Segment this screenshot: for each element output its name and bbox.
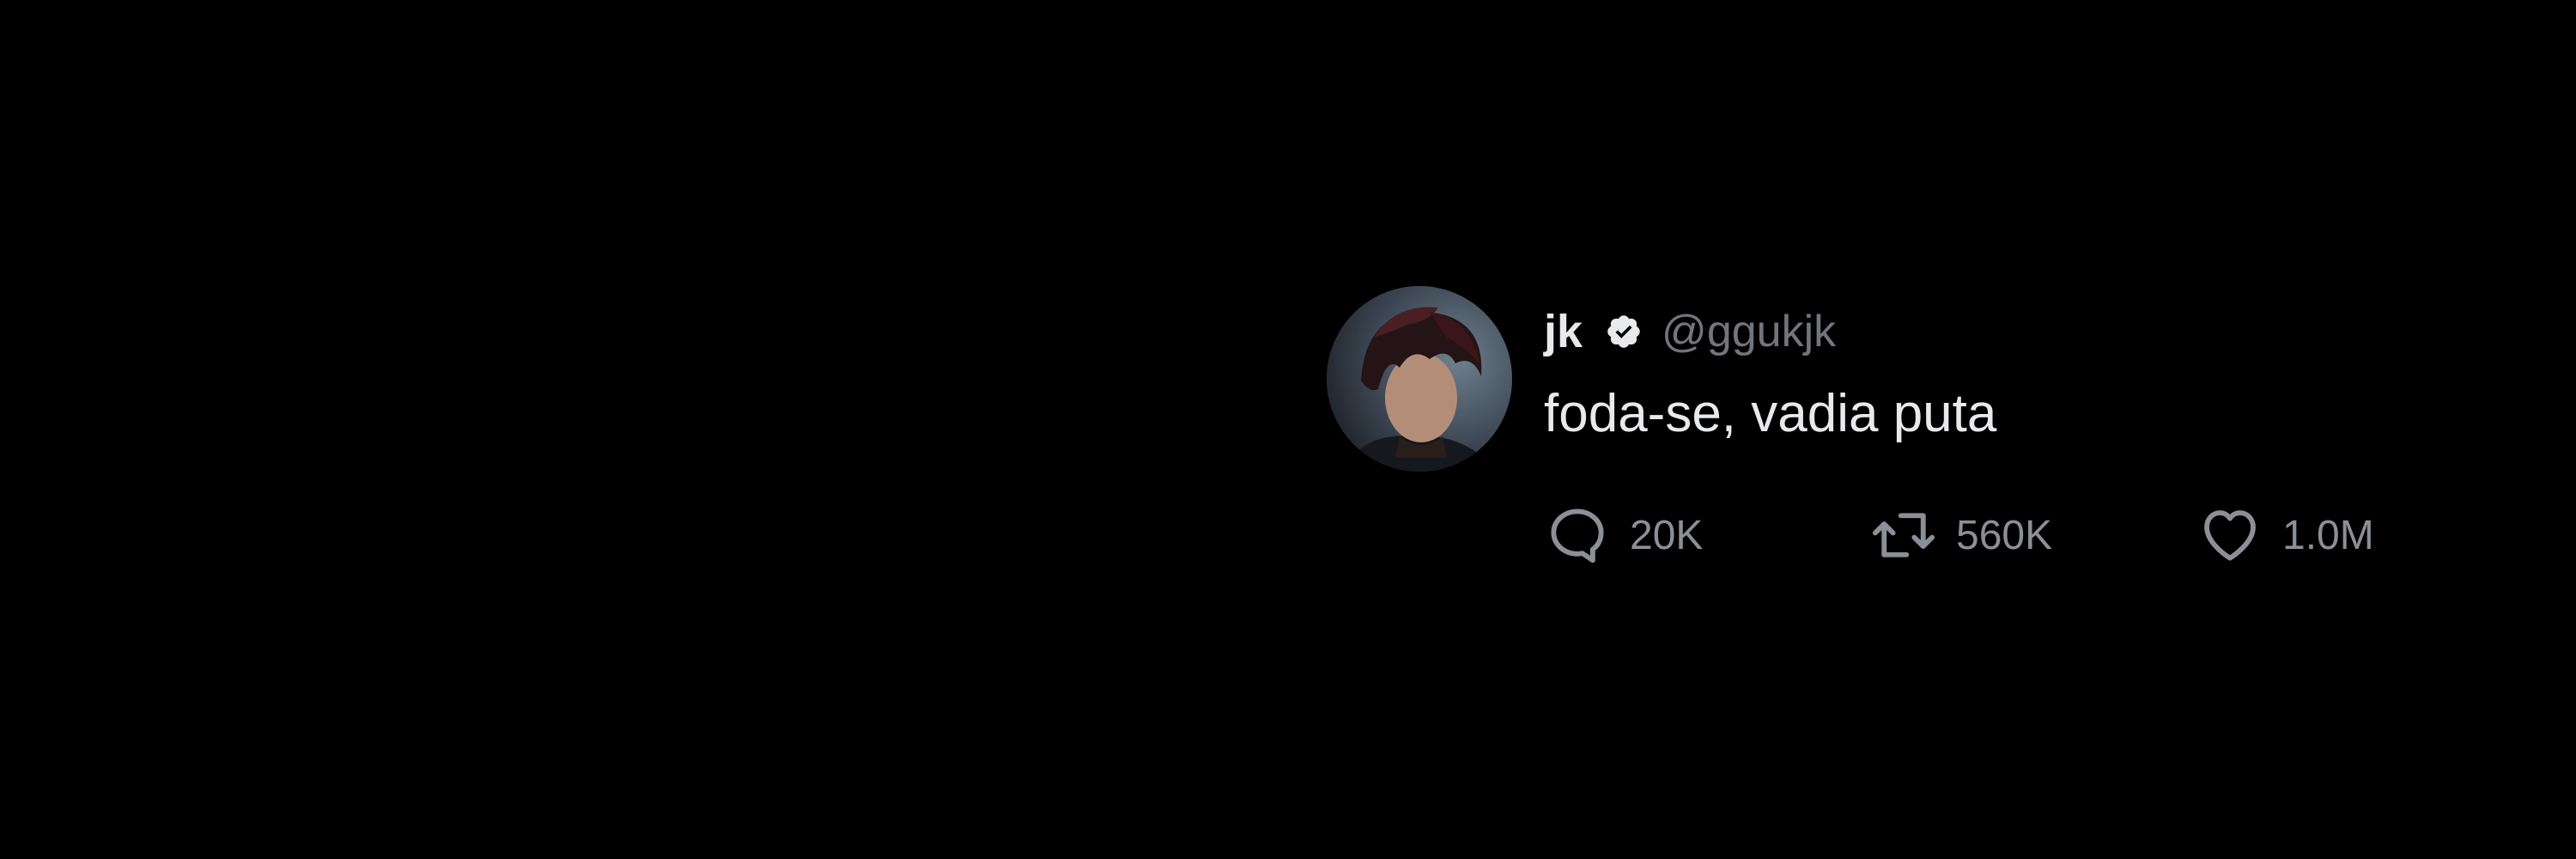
user-handle[interactable]: @ggukjk (1662, 306, 1836, 357)
reply-button[interactable]: 20K (1544, 501, 1703, 570)
speech-bubble-icon (1544, 502, 1611, 569)
tweet-actions: 20K 560K 1.0M (1544, 501, 2445, 570)
heart-icon (2196, 502, 2263, 569)
tweet-card[interactable]: jk @ggukjk foda-se, vadia puta 20K 560K … (1327, 286, 2443, 578)
reply-count: 20K (1630, 512, 1704, 558)
like-button[interactable]: 1.0M (2196, 501, 2374, 570)
retweet-button[interactable]: 560K (1870, 501, 2052, 570)
display-name[interactable]: jk (1544, 305, 1583, 358)
verified-badge-icon (1605, 313, 1643, 350)
retweet-count: 560K (1956, 512, 2053, 558)
like-count: 1.0M (2282, 512, 2374, 558)
tweet-header: jk @ggukjk (1544, 302, 1836, 362)
tweet-text: foda-se, vadia puta (1544, 384, 1997, 443)
retweet-arrows-icon (1870, 502, 1937, 569)
avatar[interactable] (1327, 286, 1512, 472)
